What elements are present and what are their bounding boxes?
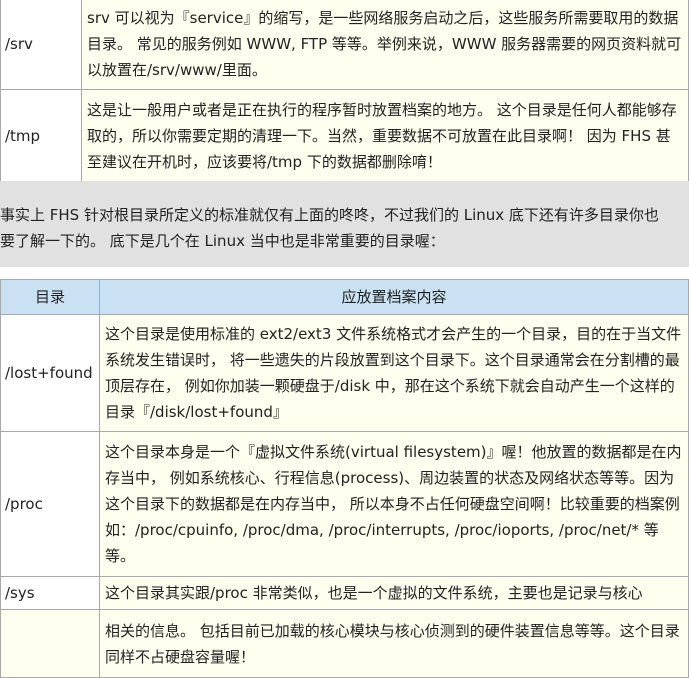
empty-cell	[0, 609, 100, 678]
dir-name-tmp: /tmp	[0, 89, 82, 182]
table-row: /lost+found 这个目录是使用标准的 ext2/ext3 文件系统格式才…	[0, 314, 689, 432]
dir-name-proc: /proc	[0, 431, 100, 577]
intro-paragraph: 事实上 FHS 针对根目录所定义的标准就仅有上面的咚咚，不过我们的 Linux …	[0, 181, 689, 267]
dir-name-sys: /sys	[0, 576, 100, 610]
paragraph-line-2: 要了解一下的。 底下是几个在 Linux 当中也是非常重要的目录喔：	[0, 232, 445, 250]
directory-table-bottom: 目录 应放置档案内容 /lost+found 这个目录是使用标准的 ext2/e…	[0, 279, 689, 678]
header-directory: 目录	[0, 279, 100, 315]
dir-desc-tmp: 这是让一般用户或者是正在执行的程序暂时放置档案的地方。 这个目录是任何人都能够存…	[81, 89, 689, 182]
directory-table-top: /srv srv 可以视为『service』的缩写，是一些网络服务启动之后，这些…	[0, 0, 689, 182]
table-row: /srv srv 可以视为『service』的缩写，是一些网络服务启动之后，这些…	[0, 0, 689, 90]
dir-desc-lost-found: 这个目录是使用标准的 ext2/ext3 文件系统格式才会产生的一个目录，目的在…	[99, 314, 689, 432]
dir-desc-sys-continued: 相关的信息。 包括目前已加载的核心模块与核心侦测到的硬件装置信息等等。这个目录同…	[99, 609, 689, 678]
dir-desc-srv: srv 可以视为『service』的缩写，是一些网络服务启动之后，这些服务所需要…	[81, 0, 689, 90]
dir-desc-proc: 这个目录本身是一个『虚拟文件系统(virtual filesystem)』喔！他…	[99, 431, 689, 577]
header-contents: 应放置档案内容	[99, 279, 689, 315]
table-row: 相关的信息。 包括目前已加载的核心模块与核心侦测到的硬件装置信息等等。这个目录同…	[0, 609, 689, 678]
dir-desc-sys: 这个目录其实跟/proc 非常类似，也是一个虚拟的文件系统，主要也是记录与核心	[99, 576, 689, 610]
table-header-row: 目录 应放置档案内容	[0, 279, 689, 315]
paragraph-line-1: 事实上 FHS 针对根目录所定义的标准就仅有上面的咚咚，不过我们的 Linux …	[0, 206, 659, 224]
dir-name-lost-found: /lost+found	[0, 314, 100, 432]
table-row: /sys 这个目录其实跟/proc 非常类似，也是一个虚拟的文件系统，主要也是记…	[0, 576, 689, 610]
dir-name-srv: /srv	[0, 0, 82, 90]
table-row: /proc 这个目录本身是一个『虚拟文件系统(virtual filesyste…	[0, 431, 689, 577]
table-row: /tmp 这是让一般用户或者是正在执行的程序暂时放置档案的地方。 这个目录是任何…	[0, 89, 689, 182]
